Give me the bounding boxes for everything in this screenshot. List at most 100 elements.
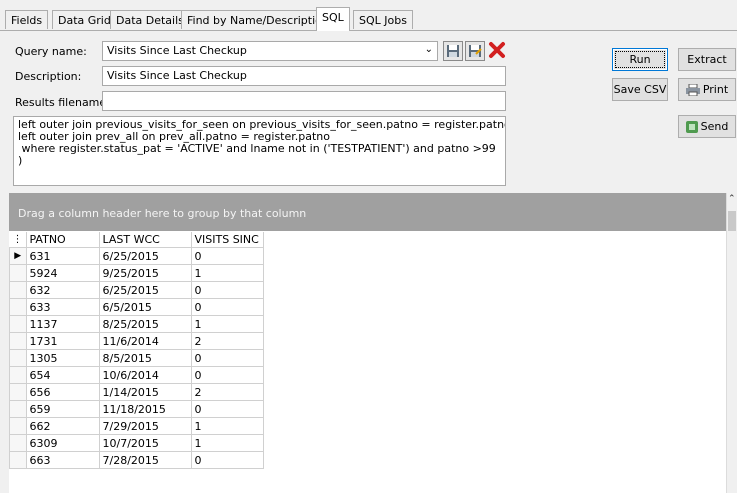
- cell-last-wcc[interactable]: 1/14/2015: [98, 383, 192, 401]
- description-label: Description:: [15, 70, 82, 83]
- tab-fields[interactable]: Fields: [5, 10, 49, 29]
- cell-patno[interactable]: 659: [25, 400, 100, 418]
- column-header-patno[interactable]: PATNO: [26, 232, 100, 248]
- cell-patno[interactable]: 1137: [25, 315, 100, 333]
- cell-visits-since[interactable]: 0: [190, 451, 264, 469]
- cell-last-wcc[interactable]: 11/18/2015: [98, 400, 192, 418]
- cell-patno[interactable]: 6309: [25, 434, 100, 452]
- column-header-visits-since[interactable]: VISITS SINC: [191, 232, 264, 248]
- table-row[interactable]: 659 11/18/2015 0: [9, 400, 264, 418]
- save-icon[interactable]: [443, 41, 463, 61]
- tab-sql-jobs[interactable]: SQL Jobs: [353, 10, 413, 29]
- cell-visits-since[interactable]: 1: [190, 264, 264, 282]
- cell-last-wcc[interactable]: 10/7/2015: [98, 434, 192, 452]
- table-row[interactable]: 5924 9/25/2015 1: [9, 264, 264, 282]
- cell-visits-since[interactable]: 0: [190, 366, 264, 384]
- printer-icon: [685, 83, 700, 96]
- cell-last-wcc[interactable]: 6/25/2015: [98, 247, 192, 265]
- cell-visits-since[interactable]: 2: [190, 383, 264, 401]
- cell-visits-since[interactable]: 0: [190, 400, 264, 418]
- cell-last-wcc[interactable]: 7/29/2015: [98, 417, 192, 435]
- vertical-scrollbar[interactable]: ⌃: [726, 193, 737, 493]
- cell-last-wcc[interactable]: 6/25/2015: [98, 281, 192, 299]
- extract-button-label: Extract: [687, 53, 727, 66]
- query-name-label: Query name:: [15, 45, 87, 58]
- scrollbar-thumb[interactable]: [728, 211, 736, 231]
- table-row[interactable]: 662 7/29/2015 1: [9, 417, 264, 435]
- tab-sql[interactable]: SQL: [316, 7, 350, 31]
- cell-patno[interactable]: 663: [25, 451, 100, 469]
- cell-last-wcc[interactable]: 6/5/2015: [98, 298, 192, 316]
- row-indicator[interactable]: [9, 451, 27, 469]
- cell-last-wcc[interactable]: 9/25/2015: [98, 264, 192, 282]
- row-indicator[interactable]: [9, 417, 27, 435]
- cell-last-wcc[interactable]: 11/6/2014: [98, 332, 192, 350]
- cell-patno[interactable]: 1305: [25, 349, 100, 367]
- cell-patno[interactable]: 633: [25, 298, 100, 316]
- cell-visits-since[interactable]: 0: [190, 298, 264, 316]
- cell-last-wcc[interactable]: 7/28/2015: [98, 451, 192, 469]
- column-header-last-wcc[interactable]: LAST WCC: [99, 232, 192, 248]
- tab-label: SQL Jobs: [359, 14, 407, 27]
- row-indicator[interactable]: [9, 264, 27, 282]
- row-indicator[interactable]: [9, 366, 27, 384]
- send-button[interactable]: Send: [678, 115, 736, 138]
- row-indicator[interactable]: [9, 332, 27, 350]
- tab-find-by-name[interactable]: Find by Name/Description: [181, 10, 335, 29]
- group-by-hint: Drag a column header here to group by th…: [18, 207, 307, 220]
- cell-visits-since[interactable]: 1: [190, 417, 264, 435]
- table-row[interactable]: ▶ 631 6/25/2015 0: [9, 247, 264, 265]
- cell-visits-since[interactable]: 0: [190, 247, 264, 265]
- run-button[interactable]: Run: [612, 48, 668, 71]
- cell-patno[interactable]: 632: [25, 281, 100, 299]
- row-indicator[interactable]: [9, 315, 27, 333]
- cell-visits-since[interactable]: 1: [190, 315, 264, 333]
- table-row[interactable]: 663 7/28/2015 0: [9, 451, 264, 469]
- row-indicator[interactable]: [9, 281, 27, 299]
- row-indicator[interactable]: [9, 434, 27, 452]
- cell-patno[interactable]: 656: [25, 383, 100, 401]
- row-indicator[interactable]: [9, 298, 27, 316]
- cell-last-wcc[interactable]: 10/6/2014: [98, 366, 192, 384]
- row-indicator[interactable]: [9, 349, 27, 367]
- cell-visits-since[interactable]: 1: [190, 434, 264, 452]
- tab-label: SQL: [322, 11, 344, 24]
- chevron-down-icon[interactable]: ⌄: [425, 44, 433, 55]
- delete-x-icon[interactable]: [487, 40, 507, 62]
- cell-visits-since[interactable]: 2: [190, 332, 264, 350]
- cell-patno[interactable]: 5924: [25, 264, 100, 282]
- results-filename-field[interactable]: [102, 91, 506, 111]
- tab-data-details[interactable]: Data Details: [110, 10, 190, 29]
- cell-visits-since[interactable]: 0: [190, 281, 264, 299]
- table-row[interactable]: 632 6/25/2015 0: [9, 281, 264, 299]
- query-name-combo[interactable]: Visits Since Last Checkup ⌄: [102, 41, 438, 61]
- cell-visits-since[interactable]: 0: [190, 349, 264, 367]
- table-row[interactable]: 6309 10/7/2015 1: [9, 434, 264, 452]
- chevron-up-icon[interactable]: ⌃: [728, 194, 736, 204]
- tab-data-grid[interactable]: Data Grid: [52, 10, 117, 29]
- table-row[interactable]: 1731 11/6/2014 2: [9, 332, 264, 350]
- table-row[interactable]: 633 6/5/2015 0: [9, 298, 264, 316]
- table-row[interactable]: 1305 8/5/2015 0: [9, 349, 264, 367]
- group-by-panel[interactable]: Drag a column header here to group by th…: [9, 193, 726, 231]
- current-row-indicator-icon[interactable]: ▶: [9, 247, 27, 265]
- cell-patno[interactable]: 662: [25, 417, 100, 435]
- save-csv-button[interactable]: Save CSV: [612, 78, 668, 101]
- cell-patno[interactable]: 654: [25, 366, 100, 384]
- description-field[interactable]: Visits Since Last Checkup: [102, 66, 506, 86]
- cell-last-wcc[interactable]: 8/25/2015: [98, 315, 192, 333]
- save-as-icon[interactable]: [465, 41, 485, 61]
- cell-patno[interactable]: 631: [25, 247, 100, 265]
- results-filename-label: Results filename:: [15, 96, 110, 109]
- print-button[interactable]: Print: [678, 78, 736, 101]
- table-row[interactable]: 654 10/6/2014 0: [9, 366, 264, 384]
- row-indicator[interactable]: [9, 383, 27, 401]
- extract-button[interactable]: Extract: [678, 48, 736, 71]
- sql-editor[interactable]: left outer join previous_visits_for_seen…: [13, 116, 506, 186]
- cell-patno[interactable]: 1731: [25, 332, 100, 350]
- table-row[interactable]: 656 1/14/2015 2: [9, 383, 264, 401]
- column-chooser-icon[interactable]: ⋮: [9, 232, 27, 248]
- table-row[interactable]: 1137 8/25/2015 1: [9, 315, 264, 333]
- row-indicator[interactable]: [9, 400, 27, 418]
- cell-last-wcc[interactable]: 8/5/2015: [98, 349, 192, 367]
